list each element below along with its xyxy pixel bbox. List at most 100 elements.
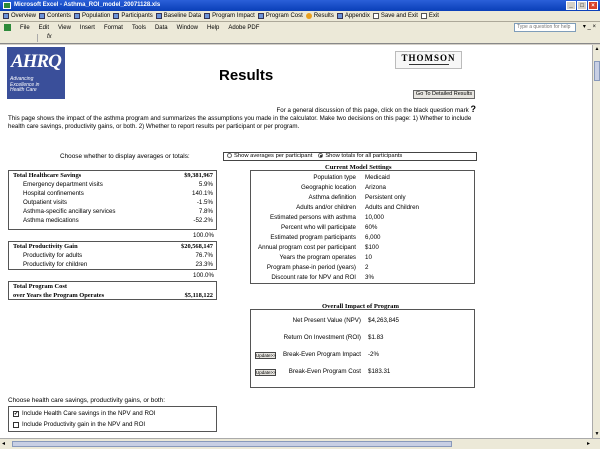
save-and-exit-button[interactable]: Save and Exit	[372, 13, 418, 19]
vertical-scrollbar[interactable]: ▲ ▼	[592, 45, 600, 438]
radio-selected-icon	[318, 153, 324, 159]
intro-text: For a general discussion of this page, c…	[8, 104, 477, 131]
table-row: Productivity for children 23.3%	[23, 261, 213, 268]
close-workbook-icon[interactable]: ▾ _ ×	[583, 23, 596, 30]
sheet-tab-program-cost[interactable]: Program Cost	[257, 13, 303, 19]
settings-row: Discount rate for NPV and ROI 3%	[271, 274, 374, 281]
settings-row: Population type Medicaid	[313, 174, 390, 181]
sheet-tab-program-impact[interactable]: Program Impact	[204, 13, 255, 19]
checkbox-icon	[13, 421, 19, 428]
settings-row: Annual program cost per participant $100	[257, 244, 379, 251]
table-row: Productivity for adults 76.7%	[23, 252, 213, 259]
menu-tools[interactable]: Tools	[132, 25, 146, 31]
formula-bar: fx	[0, 33, 600, 44]
goto-detailed-results-button[interactable]: Go To Detailed Results	[413, 90, 475, 99]
menu-window[interactable]: Window	[177, 25, 198, 31]
program-cost-row: over Years the Program Operates $5,118,1…	[13, 292, 213, 299]
display-choice-group: Show averages per participant Show total…	[223, 152, 477, 161]
scroll-up-icon[interactable]: ▲	[593, 45, 600, 53]
roi-row: Return On Investment (ROI) $1.83	[283, 334, 384, 341]
help-question-icon[interactable]: ?	[471, 104, 477, 114]
menu-format[interactable]: Format	[104, 25, 123, 31]
table-row: Asthma medications -52.2%	[23, 217, 213, 224]
settings-row: Geographic location Arizona	[300, 184, 386, 191]
sheet-tab-population[interactable]: Population	[74, 13, 110, 19]
menu-view[interactable]: View	[58, 25, 71, 31]
checkbox-icon	[420, 13, 427, 19]
include-choice-group: ✔ Include Health Care savings in the NPV …	[8, 406, 217, 432]
productivity-subtotal: 100.0%	[193, 272, 214, 279]
sheet-icon	[74, 13, 81, 19]
sheet-icon	[113, 13, 120, 19]
checkbox-checked-icon: ✔	[13, 410, 19, 417]
exit-button[interactable]: Exit	[420, 13, 439, 19]
healthcare-subtotal: 100.0%	[193, 232, 214, 239]
table-row: Outpatient visits -1.5%	[23, 199, 213, 206]
sheet-tab-contents[interactable]: Contents	[39, 13, 71, 19]
fx-icon[interactable]: fx	[47, 34, 52, 40]
scroll-left-icon[interactable]: ◂	[2, 440, 5, 447]
sheet-nav-toolbar: Overview Contents Population Participant…	[0, 11, 600, 22]
thomson-logo: THOMSON	[395, 51, 462, 69]
scroll-thumb[interactable]	[12, 441, 452, 447]
excel-app-icon	[3, 2, 11, 9]
table-row: Asthma-specific ancillary services 7.8%	[23, 208, 213, 215]
program-cost-box: Total Program Cost over Years the Progra…	[8, 281, 217, 300]
settings-row: Percent who will participate 60%	[281, 224, 378, 231]
menu-data[interactable]: Data	[155, 25, 168, 31]
close-window-button[interactable]: ×	[588, 1, 598, 10]
menu-file[interactable]: File	[20, 25, 30, 31]
menu-bar: File Edit View Insert Format Tools Data …	[0, 22, 600, 33]
scroll-thumb[interactable]	[594, 61, 600, 81]
help-search-input[interactable]: Type a question for help	[514, 23, 576, 32]
checkbox-icon	[372, 13, 379, 19]
settings-row: Estimated persons with asthma 10,000	[270, 214, 384, 221]
table-row: Hospital confinements 140.1%	[23, 190, 213, 197]
radio-averages[interactable]: Show averages per participant	[227, 153, 312, 160]
sheet-icon	[204, 13, 211, 19]
sheet-tab-baseline-data[interactable]: Baseline Data	[155, 13, 201, 19]
window-titlebar: Microsoft Excel - Asthma_ROI_model_20071…	[0, 0, 600, 11]
include-productivity-checkbox[interactable]: Include Productivity gain in the NPV and…	[13, 421, 145, 428]
menu-insert[interactable]: Insert	[80, 25, 95, 31]
sheet-icon	[39, 13, 46, 19]
sheet-icon	[257, 13, 264, 19]
settings-box: Population type Medicaid Geographic locat…	[250, 170, 475, 284]
include-choice-label: Choose health care savings, productivity…	[8, 397, 166, 404]
settings-row: Estimated program participants 6,000	[270, 234, 381, 241]
healthcare-total-row: Total Healthcare Savings $9,381,967	[13, 172, 213, 179]
name-box[interactable]	[20, 34, 38, 42]
menu-edit[interactable]: Edit	[39, 25, 49, 31]
menu-adobe-pdf[interactable]: Adobe PDF	[228, 25, 259, 31]
sheet-tab-results[interactable]: Results	[305, 13, 334, 19]
worksheet: AHRQ Advancing Excellence in Health Care…	[0, 45, 592, 438]
workbook-icon	[4, 24, 11, 31]
horizontal-scrollbar[interactable]: ◂ ▸	[0, 438, 600, 449]
productivity-total-row: Total Productivity Gain $20,568,147	[13, 243, 213, 250]
sheet-tab-appendix[interactable]: Appendix	[336, 13, 370, 19]
update-breakeven-impact-button[interactable]: Update>>	[255, 352, 276, 359]
maximize-button[interactable]: □	[577, 1, 587, 10]
breakeven-impact-row: Update>> Break-Even Program Impact -2%	[255, 351, 380, 359]
settings-row: Adults and/or children Adults and Childre…	[296, 204, 420, 211]
productivity-box: Total Productivity Gain $20,568,147 Prod…	[8, 241, 217, 270]
sheet-tab-participants[interactable]: Participants	[113, 13, 153, 19]
healthcare-savings-box: Total Healthcare Savings $9,381,967 Emer…	[8, 170, 217, 230]
window-title: Microsoft Excel - Asthma_ROI_model_20071…	[14, 2, 161, 8]
include-healthcare-checkbox[interactable]: ✔ Include Health Care savings in the NPV …	[13, 410, 155, 417]
sheet-icon	[155, 13, 162, 19]
table-row: Emergency department visits 5.9%	[23, 181, 213, 188]
minimize-button[interactable]: _	[566, 1, 576, 10]
sheet-tab-overview[interactable]: Overview	[3, 13, 36, 19]
settings-row: Years the program operates 10	[279, 254, 372, 261]
sheet-icon	[336, 13, 343, 19]
ahrq-logo: AHRQ Advancing Excellence in Health Care	[7, 47, 65, 99]
program-cost-title: Total Program Cost	[13, 283, 67, 290]
menu-help[interactable]: Help	[207, 25, 219, 31]
scroll-down-icon[interactable]: ▼	[593, 430, 600, 438]
display-choice-label: Choose whether to display averages or to…	[60, 153, 190, 160]
radio-totals[interactable]: Show totals for all participants	[318, 153, 402, 160]
update-breakeven-cost-button[interactable]: Update>>	[255, 369, 276, 376]
scroll-right-icon[interactable]: ▸	[587, 440, 590, 447]
page-title: Results	[219, 67, 274, 84]
